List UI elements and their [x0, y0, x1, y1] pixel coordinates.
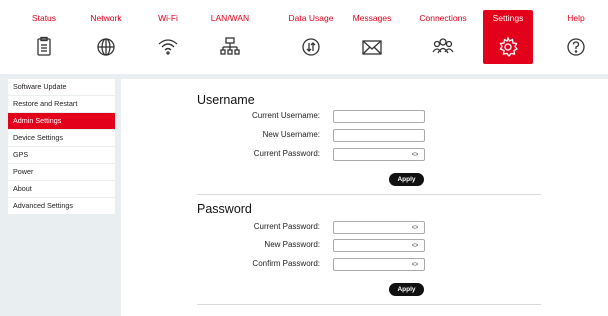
users-icon — [432, 36, 454, 58]
username-current-password-input[interactable] — [333, 148, 425, 161]
password-apply-button[interactable]: Apply — [389, 283, 424, 296]
help-icon — [565, 36, 587, 58]
tab-settings[interactable]: Settings — [483, 10, 533, 64]
confirm-password-label: Confirm Password: — [252, 259, 320, 268]
new-username-label: New Username: — [262, 130, 320, 139]
tab-messages[interactable]: Messages — [347, 10, 397, 64]
sidebar-item-about[interactable]: About — [8, 181, 115, 197]
sidebar: Software Update Restore and Restart Admi… — [8, 79, 115, 215]
tab-status[interactable]: Status — [19, 10, 69, 64]
tab-help[interactable]: Help — [551, 10, 601, 64]
new-password-label: New Password: — [264, 240, 320, 249]
eye-icon[interactable] — [412, 152, 418, 156]
password-current-password-input[interactable] — [333, 221, 425, 234]
tab-data-usage-label: Data Usage — [288, 13, 334, 23]
new-password-input[interactable] — [333, 239, 425, 252]
status-icon — [33, 36, 55, 58]
tab-connections-label: Connections — [419, 13, 467, 23]
section-divider — [197, 304, 541, 305]
password-current-password-label: Current Password: — [253, 222, 320, 231]
gear-icon — [497, 36, 519, 58]
envelope-icon — [361, 36, 383, 58]
confirm-password-input[interactable] — [333, 258, 425, 271]
tab-network[interactable]: Network — [81, 10, 131, 64]
tab-status-label: Status — [31, 13, 57, 23]
tab-help-label: Help — [567, 13, 585, 23]
top-navigation: Status Network Wi-Fi LAN/WAN Data Usage … — [0, 0, 608, 74]
sidebar-item-restore-and-restart[interactable]: Restore and Restart — [8, 96, 115, 112]
main-panel: Username Current Username: New Username:… — [121, 79, 608, 316]
tab-lan-wan-label: LAN/WAN — [210, 13, 250, 23]
sidebar-item-advanced-settings[interactable]: Advanced Settings — [8, 198, 115, 214]
section-divider — [197, 194, 541, 195]
tab-wifi[interactable]: Wi-Fi — [143, 10, 193, 64]
current-username-label: Current Username: — [251, 111, 320, 120]
sidebar-item-power[interactable]: Power — [8, 164, 115, 180]
username-apply-button[interactable]: Apply — [389, 173, 424, 186]
tab-wifi-label: Wi-Fi — [158, 13, 178, 23]
wifi-icon — [157, 36, 179, 58]
new-username-input[interactable] — [333, 129, 425, 142]
data-usage-icon — [300, 36, 322, 58]
globe-icon — [95, 36, 117, 58]
current-username-input[interactable] — [333, 110, 425, 123]
tab-messages-label: Messages — [352, 13, 392, 23]
eye-icon[interactable] — [412, 225, 418, 229]
sidebar-item-device-settings[interactable]: Device Settings — [8, 130, 115, 146]
sidebar-item-admin-settings[interactable]: Admin Settings — [8, 113, 115, 129]
eye-icon[interactable] — [412, 262, 418, 266]
username-section-title: Username — [197, 93, 255, 107]
tab-network-label: Network — [90, 13, 122, 23]
password-section-title: Password — [197, 202, 252, 216]
tab-data-usage[interactable]: Data Usage — [286, 10, 336, 64]
lan-icon — [219, 36, 241, 58]
eye-icon[interactable] — [412, 243, 418, 247]
sidebar-item-gps[interactable]: GPS — [8, 147, 115, 163]
tab-connections[interactable]: Connections — [418, 10, 468, 64]
username-current-password-label: Current Password: — [253, 149, 320, 158]
tab-settings-label: Settings — [492, 13, 524, 23]
tab-lan-wan[interactable]: LAN/WAN — [205, 10, 255, 64]
sidebar-item-software-update[interactable]: Software Update — [8, 79, 115, 95]
